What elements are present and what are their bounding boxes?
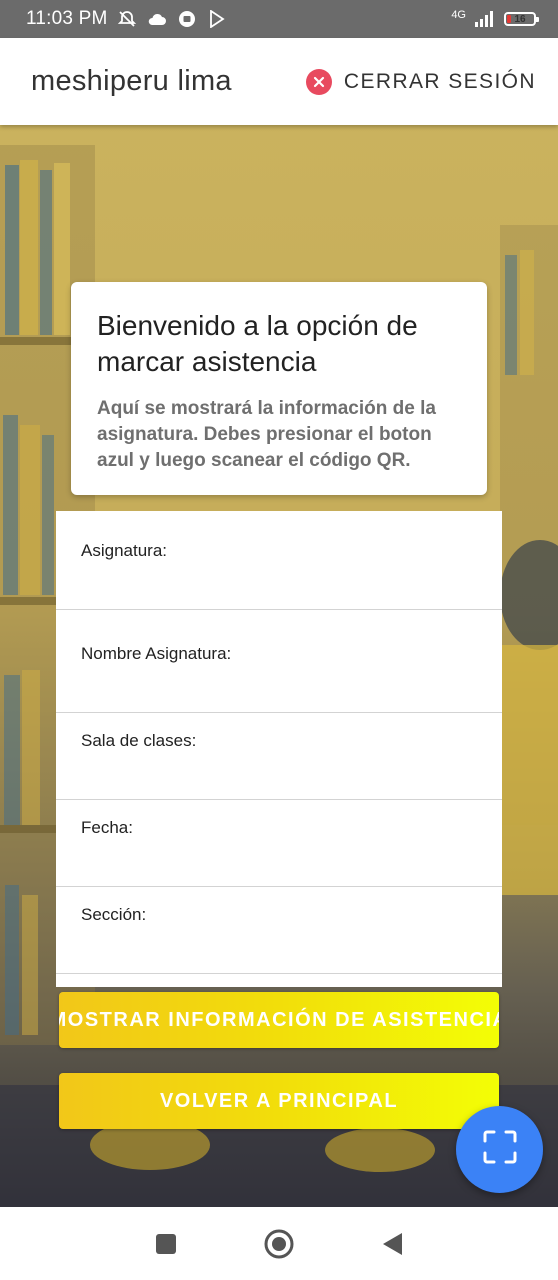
system-nav-bar xyxy=(0,1207,558,1280)
welcome-card: Bienvenido a la opción de marcar asisten… xyxy=(71,282,487,495)
info-label-asignatura: Asignatura: xyxy=(81,541,167,560)
info-item-asignatura: Asignatura: xyxy=(56,511,502,610)
close-circle-icon xyxy=(305,68,332,95)
media-icon xyxy=(176,8,198,30)
signal-icon xyxy=(474,8,496,30)
qr-scan-icon xyxy=(483,1130,517,1169)
info-item-sala: Sala de clases: xyxy=(56,713,502,800)
info-item-nombre-asignatura: Nombre Asignatura: xyxy=(56,610,502,713)
battery-icon: 16 xyxy=(504,12,539,26)
status-bar: 11:03 PM 4G 16 xyxy=(0,0,558,38)
logout-label: CERRAR SESIÓN xyxy=(343,69,536,93)
back-to-main-button[interactable]: VOLVER A PRINCIPAL xyxy=(59,1073,499,1129)
battery-level xyxy=(507,15,512,23)
status-left: 11:03 PM xyxy=(26,8,228,30)
qr-scan-button[interactable] xyxy=(456,1106,543,1193)
info-list: Asignatura: Nombre Asignatura: Sala de c… xyxy=(56,511,502,987)
network-label: 4G xyxy=(451,9,466,21)
info-label-nombre-asignatura: Nombre Asignatura: xyxy=(81,644,232,663)
play-store-icon xyxy=(206,8,228,30)
status-right: 4G 16 xyxy=(451,8,539,30)
app-title: meshiperu lima xyxy=(31,65,232,97)
back-triangle-icon[interactable] xyxy=(372,1224,412,1264)
status-time: 11:03 PM xyxy=(26,8,108,29)
logout-button[interactable]: CERRAR SESIÓN xyxy=(305,68,536,95)
show-attendance-info-button[interactable]: MOSTRAR INFORMACIÓN DE ASISTENCIA xyxy=(59,992,499,1048)
recents-square-icon[interactable] xyxy=(146,1224,186,1264)
info-item-seccion: Sección: xyxy=(56,887,502,974)
info-label-fecha: Fecha: xyxy=(81,818,133,837)
info-label-seccion: Sección: xyxy=(81,905,147,924)
info-label-sala: Sala de clases: xyxy=(81,731,197,750)
main-content: Bienvenido a la opción de marcar asisten… xyxy=(0,125,558,1207)
battery-text: 16 xyxy=(514,13,526,25)
app-bar: meshiperu lima CERRAR SESIÓN xyxy=(0,38,558,125)
muted-bell-icon xyxy=(116,8,138,30)
home-circle-icon[interactable] xyxy=(259,1224,299,1264)
welcome-subtitle: Aquí se mostrará la información de la as… xyxy=(97,398,436,471)
welcome-title: Bienvenido a la opción de marcar asisten… xyxy=(97,310,418,377)
info-item-fecha: Fecha: xyxy=(56,800,502,887)
cloud-icon xyxy=(146,8,168,30)
